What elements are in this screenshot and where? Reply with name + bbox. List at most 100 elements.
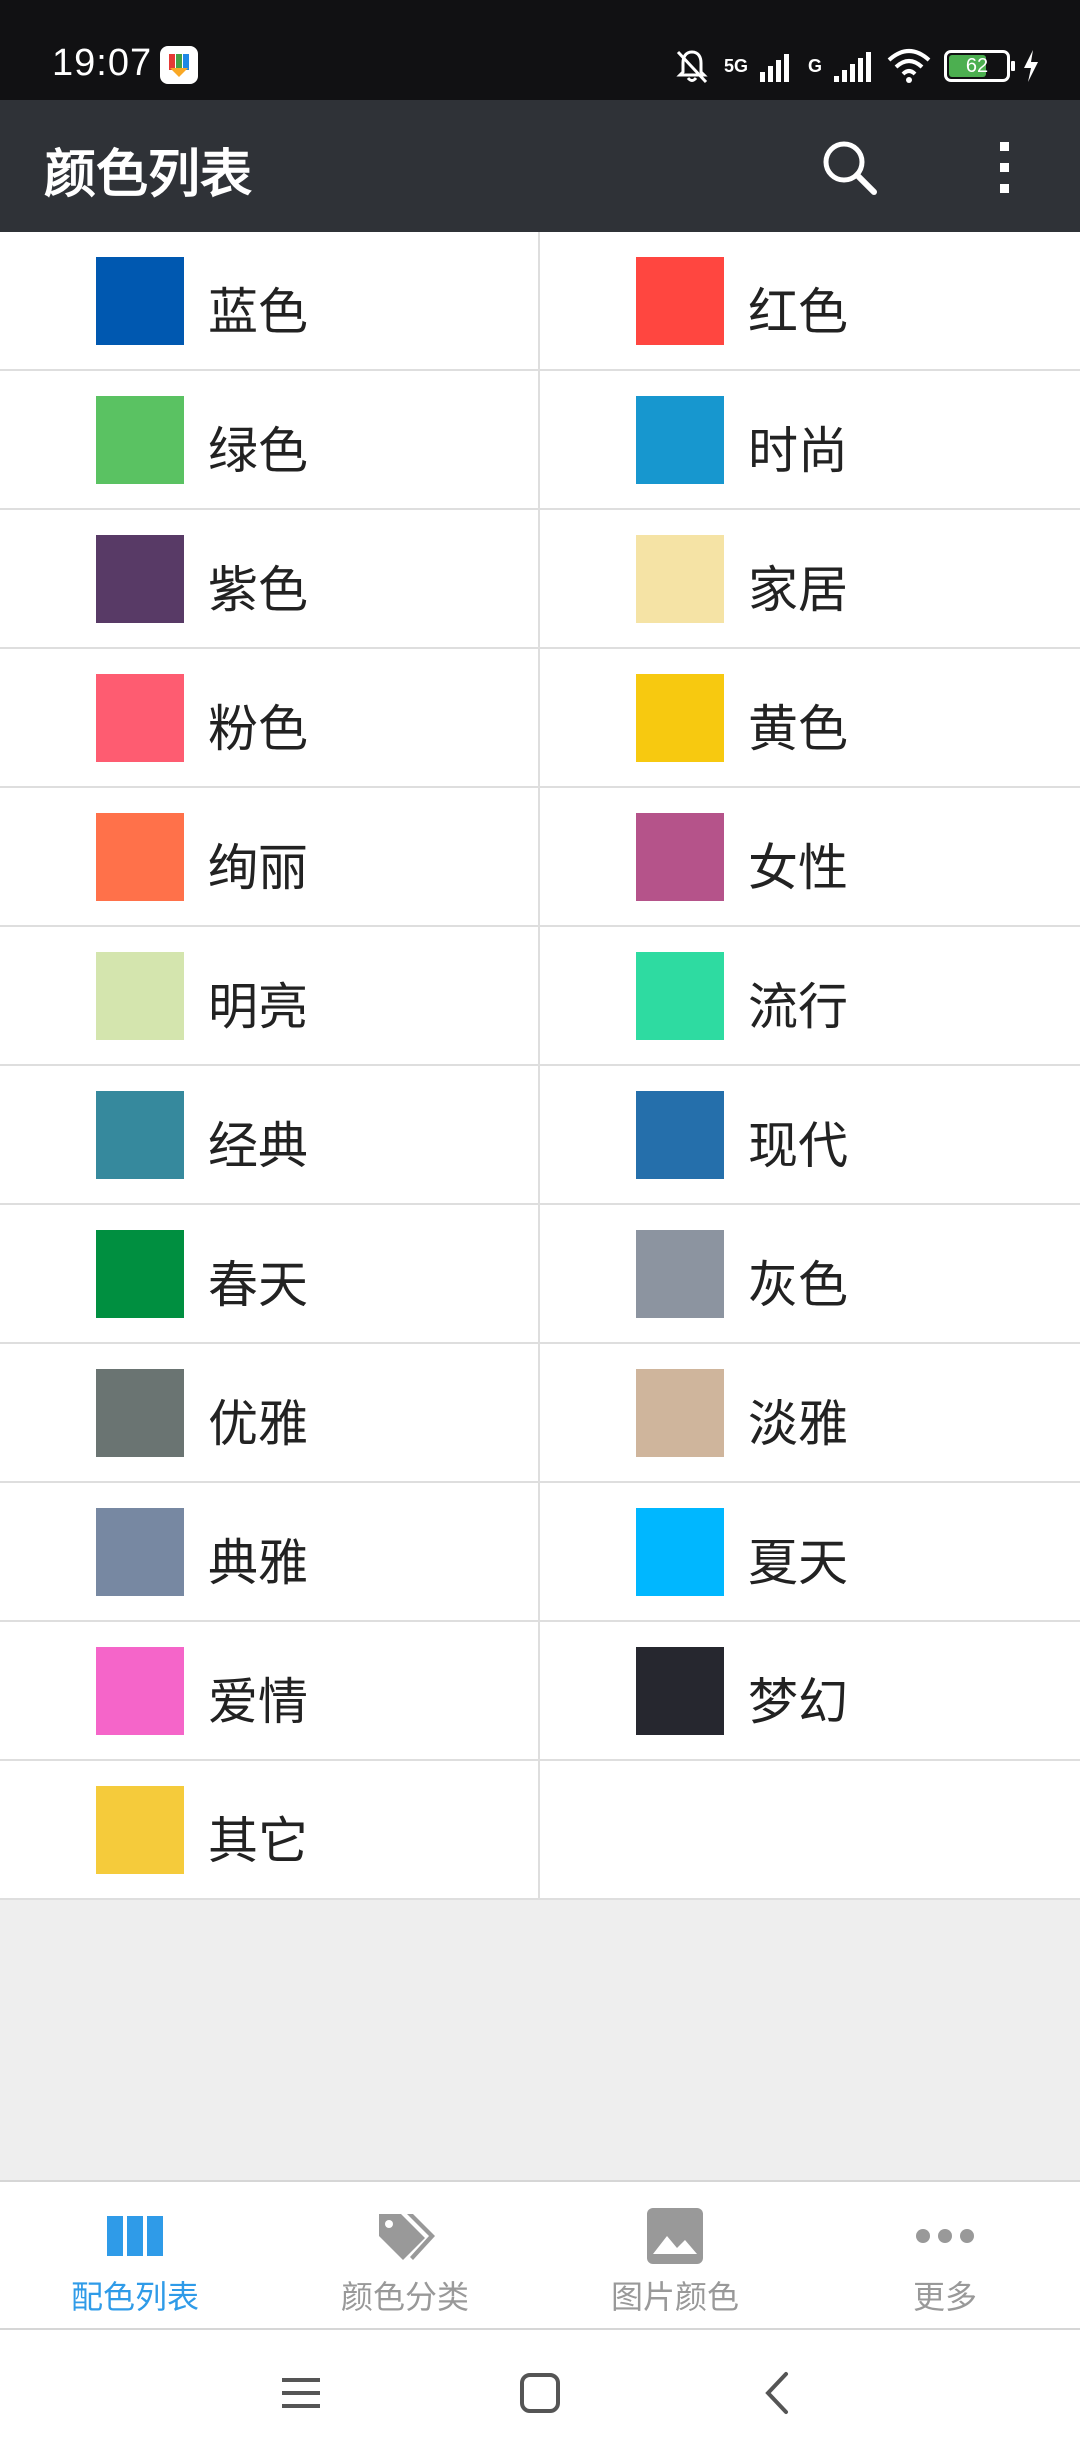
status-icons: 5G G 62 bbox=[672, 44, 1040, 88]
charging-icon bbox=[1024, 50, 1038, 82]
mute-bell-icon bbox=[676, 50, 708, 84]
color-list-item[interactable]: 其它 bbox=[0, 1761, 540, 1900]
color-swatch bbox=[636, 257, 724, 345]
battery-icon: 62 bbox=[944, 50, 1015, 82]
color-label: 家居 bbox=[748, 561, 848, 619]
color-label: 蓝色 bbox=[208, 283, 308, 341]
color-swatch bbox=[636, 674, 724, 762]
bottom-nav: 配色列表 颜色分类 图片颜色 更多 bbox=[0, 2180, 1080, 2330]
color-label: 女性 bbox=[748, 839, 848, 897]
status-bar: 19:07 5G G 62 bbox=[0, 0, 1080, 100]
color-label: 经典 bbox=[208, 1117, 308, 1175]
color-list-item[interactable]: 粉色 bbox=[0, 649, 540, 788]
nav-label-more: 更多 bbox=[912, 2278, 977, 2316]
color-list-item[interactable]: 爱情 bbox=[0, 1622, 540, 1761]
color-grid: 蓝色 红色 绿色 时尚紫色 家居粉色 黄色绚丽 女性明亮 流行经典 现代春天 灰色优雅 淡雅典雅 夏天… bbox=[0, 232, 1080, 1900]
nav-item-color-category[interactable]: 颜色分类 bbox=[270, 2182, 540, 2328]
nav-item-color-list[interactable]: 配色列表 bbox=[0, 2182, 270, 2328]
color-label: 梦幻 bbox=[748, 1673, 848, 1731]
color-list-item[interactable]: 绿色 bbox=[0, 371, 540, 510]
network-label-5g: 5G bbox=[723, 55, 748, 76]
nav-item-image-color[interactable]: 图片颜色 bbox=[540, 2182, 810, 2328]
color-swatch bbox=[96, 952, 184, 1040]
color-list-item[interactable]: 女性 bbox=[540, 788, 1080, 927]
color-list-item[interactable]: 时尚 bbox=[540, 371, 1080, 510]
color-label: 紫色 bbox=[208, 561, 308, 619]
image-icon bbox=[647, 2208, 703, 2264]
color-list-item[interactable]: 明亮 bbox=[0, 927, 540, 1066]
color-list-item[interactable]: 流行 bbox=[540, 927, 1080, 1066]
color-swatch bbox=[636, 1647, 724, 1735]
color-swatch bbox=[636, 396, 724, 484]
color-list-item[interactable]: 红色 bbox=[540, 232, 1080, 371]
columns-icon bbox=[107, 2216, 163, 2256]
system-home-button[interactable] bbox=[515, 2368, 565, 2418]
app-toolbar: 颜色列表 bbox=[0, 100, 1080, 232]
color-label: 明亮 bbox=[208, 978, 308, 1036]
color-swatch bbox=[96, 257, 184, 345]
color-list-item[interactable]: 蓝色 bbox=[0, 232, 540, 371]
color-list-item[interactable]: 经典 bbox=[0, 1066, 540, 1205]
color-swatch bbox=[96, 813, 184, 901]
color-swatch bbox=[636, 535, 724, 623]
back-icon bbox=[765, 2372, 788, 2414]
color-list-item[interactable]: 黄色 bbox=[540, 649, 1080, 788]
color-list-item[interactable]: 梦幻 bbox=[540, 1622, 1080, 1761]
color-label: 典雅 bbox=[208, 1534, 308, 1592]
color-swatch bbox=[96, 1508, 184, 1596]
color-swatch bbox=[96, 1647, 184, 1735]
color-list-item[interactable]: 春天 bbox=[0, 1205, 540, 1344]
search-icon bbox=[823, 141, 877, 195]
color-list-item[interactable]: 绚丽 bbox=[0, 788, 540, 927]
color-swatch bbox=[636, 1230, 724, 1318]
color-list-item[interactable]: 家居 bbox=[540, 510, 1080, 649]
color-swatch bbox=[636, 1091, 724, 1179]
more-vert-icon bbox=[1000, 142, 1009, 193]
page-title: 颜色列表 bbox=[44, 145, 253, 205]
color-list-item[interactable]: 优雅 bbox=[0, 1344, 540, 1483]
color-label: 流行 bbox=[748, 978, 848, 1036]
system-nav-bar bbox=[0, 2330, 1080, 2460]
color-swatch bbox=[96, 1230, 184, 1318]
color-list-item[interactable]: 典雅 bbox=[0, 1483, 540, 1622]
color-swatch bbox=[636, 1508, 724, 1596]
color-list-item[interactable]: 紫色 bbox=[0, 510, 540, 649]
menu-icon bbox=[282, 2378, 320, 2408]
nav-item-more[interactable]: 更多 bbox=[810, 2182, 1080, 2328]
overflow-menu-button[interactable] bbox=[984, 136, 1024, 200]
color-list-item[interactable]: 夏天 bbox=[540, 1483, 1080, 1622]
color-label: 时尚 bbox=[748, 422, 848, 480]
color-list-item[interactable]: 现代 bbox=[540, 1066, 1080, 1205]
nav-label-image-color: 图片颜色 bbox=[610, 2278, 739, 2316]
color-label: 粉色 bbox=[208, 700, 308, 758]
color-label: 黄色 bbox=[748, 700, 848, 758]
color-swatch bbox=[96, 535, 184, 623]
search-button[interactable] bbox=[818, 136, 882, 200]
empty-cell bbox=[540, 1761, 1080, 1900]
color-swatch bbox=[96, 1091, 184, 1179]
color-swatch bbox=[96, 1369, 184, 1457]
system-back-button[interactable] bbox=[754, 2368, 804, 2418]
status-time: 19:07 bbox=[52, 42, 153, 84]
wifi-icon bbox=[887, 49, 931, 83]
color-label: 其它 bbox=[208, 1812, 308, 1870]
tags-icon bbox=[379, 2214, 435, 2260]
battery-level: 62 bbox=[965, 54, 989, 77]
nav-label-color-list: 配色列表 bbox=[70, 2278, 199, 2316]
color-swatch bbox=[636, 952, 724, 1040]
color-label: 春天 bbox=[208, 1256, 308, 1314]
color-label: 淡雅 bbox=[748, 1395, 848, 1453]
color-label: 灰色 bbox=[748, 1256, 848, 1314]
color-swatch bbox=[636, 1369, 724, 1457]
color-swatch bbox=[636, 813, 724, 901]
color-list-item[interactable]: 灰色 bbox=[540, 1205, 1080, 1344]
nav-label-color-category: 颜色分类 bbox=[340, 2278, 469, 2316]
app-notification-icon bbox=[160, 46, 198, 84]
system-menu-button[interactable] bbox=[276, 2368, 326, 2418]
color-label: 优雅 bbox=[208, 1395, 308, 1453]
color-swatch bbox=[96, 1786, 184, 1874]
home-icon bbox=[520, 2373, 560, 2413]
color-label: 绚丽 bbox=[208, 839, 308, 897]
color-list-item[interactable]: 淡雅 bbox=[540, 1344, 1080, 1483]
more-horiz-icon bbox=[916, 2229, 974, 2243]
